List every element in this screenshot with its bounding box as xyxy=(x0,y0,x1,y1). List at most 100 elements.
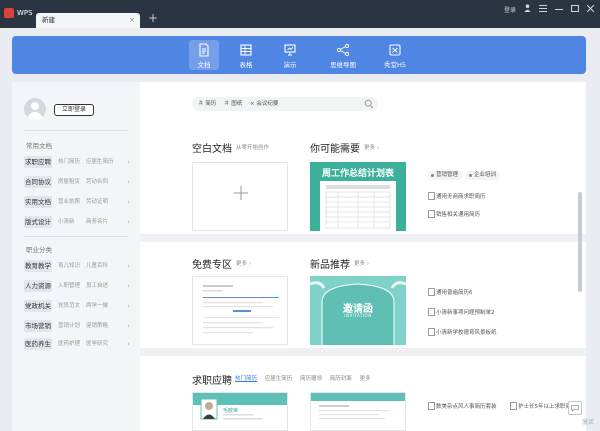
subcategory-link[interactable]: 应届生简历 xyxy=(86,156,114,168)
search-chip[interactable]: ＃ 图纸 xyxy=(224,100,242,109)
add-tab-button[interactable]: + xyxy=(146,11,160,25)
subcategory-link[interactable]: 医学研究 xyxy=(86,338,108,350)
scrollbar[interactable] xyxy=(578,192,582,292)
category-label: 教育教学 xyxy=(24,260,52,272)
window-controls: 登录 xyxy=(504,3,600,15)
chevron-right-icon: › xyxy=(127,340,130,348)
subcategory-link[interactable]: 两学一做 xyxy=(86,300,108,312)
chip-label: 会议纪要 xyxy=(256,101,279,107)
search-bar[interactable]: ＃ 简历 ＃ 图纸 × 会议纪要 xyxy=(192,97,378,111)
more-link[interactable]: 更多 › xyxy=(354,259,369,267)
subcategory-link[interactable]: 营业执照 xyxy=(58,196,80,208)
doc-type-label: 表格 xyxy=(239,61,253,69)
section-divider xyxy=(140,234,586,242)
section-heading: 职业分类 xyxy=(26,246,52,254)
subcategory-link[interactable]: 医药护理 xyxy=(58,338,80,350)
sidebar-item-marketing[interactable]: 市场营销 营销计划 促销策略 › xyxy=(24,320,130,332)
doc-type-presentation[interactable]: 演示 xyxy=(275,40,305,70)
resume-preview-graphic xyxy=(311,393,405,420)
blank-document-card[interactable] xyxy=(192,162,288,231)
doc-type-spreadsheet[interactable]: 表格 xyxy=(231,40,261,70)
tag[interactable]: 企业培训 xyxy=(466,171,501,180)
subcategory-link[interactable]: 营销计划 xyxy=(58,320,80,332)
sidebar-item-contract[interactable]: 合同协议 房屋租赁 劳动合同 › xyxy=(24,176,130,188)
subcategory-link[interactable]: 促销策略 xyxy=(86,320,108,332)
h5-icon xyxy=(389,44,401,56)
subcategory-link[interactable]: 小清新 xyxy=(58,216,75,228)
sidebar-item-education[interactable]: 教育教学 育儿知识 儿童百科 › xyxy=(24,260,130,272)
maximize-icon[interactable] xyxy=(571,4,579,14)
doc-type-label: 文档 xyxy=(197,61,211,69)
subcategory-link[interactable]: 员工自述 xyxy=(86,280,108,292)
subcategory-link[interactable]: 商务名片 xyxy=(86,216,108,228)
subcategory-link[interactable]: 入职管理 xyxy=(58,280,80,292)
sidebar-item-practical[interactable]: 实用文档 营业执照 劳动证明 › xyxy=(24,196,130,208)
feedback-icon[interactable] xyxy=(568,401,582,415)
chevron-right-icon: › xyxy=(127,198,130,206)
chevron-right-icon: › xyxy=(127,282,130,290)
sidebar-item-job[interactable]: 求职应聘 热门简历 应届生简历 › xyxy=(24,156,130,168)
sidebar-item-medical[interactable]: 医药养生 医药护理 医学研究 › xyxy=(24,338,130,350)
tab-label: 新建 xyxy=(42,16,55,24)
more-link[interactable]: 更多 › xyxy=(236,259,251,267)
doc-type-mindmap[interactable]: 思维导图 xyxy=(325,40,361,70)
search-chip[interactable]: ＃ 简历 xyxy=(198,100,216,109)
tab-hot-resume[interactable]: 热门简历 xyxy=(235,376,257,382)
subcategory-link[interactable]: 儿童百科 xyxy=(86,260,108,272)
section-divider xyxy=(140,348,586,356)
tab-graduate-resume[interactable]: 应届生简历 xyxy=(265,376,293,382)
list-item[interactable]: 护士长5年以上求职简历 xyxy=(510,402,577,410)
list-item[interactable]: 小清新学校德育风景板纸 xyxy=(428,328,497,336)
minimize-icon[interactable] xyxy=(555,5,563,14)
sidebar-item-layout[interactable]: 版式设计 小清新 商务名片 › xyxy=(24,216,130,228)
table-preview-graphic xyxy=(325,185,391,229)
app-logo[interactable]: WPS xyxy=(4,6,36,20)
subcategory-link[interactable]: 劳动证明 xyxy=(86,196,108,208)
document-icon xyxy=(199,43,209,57)
category-label: 人力资源 xyxy=(24,280,52,292)
section-title: 你可能需要 xyxy=(310,144,360,155)
user-icon[interactable] xyxy=(524,4,531,14)
subcategory-link[interactable]: 房屋租赁 xyxy=(58,176,80,188)
doc-type-h5[interactable]: 秀堂H5 xyxy=(378,40,412,70)
more-label: 更多 xyxy=(354,261,366,267)
template-card[interactable] xyxy=(310,392,406,431)
tag[interactable]: 营销管理 xyxy=(428,171,463,180)
template-card[interactable] xyxy=(192,276,288,345)
template-card[interactable]: 邀请函 INVITATION xyxy=(310,276,406,345)
subcategory-link[interactable]: 党员范文 xyxy=(58,300,80,312)
sidebar-item-hr[interactable]: 人力资源 入职管理 员工自述 › xyxy=(24,280,130,292)
tab-resume-cover[interactable]: 简历封面 xyxy=(330,376,352,382)
list-item[interactable]: 数美杂点风人事简历套装 xyxy=(428,402,497,410)
more-link[interactable]: 更多 › xyxy=(364,143,379,151)
tab-new[interactable]: 新建 × xyxy=(36,13,140,28)
divider xyxy=(24,130,128,131)
login-link[interactable]: 登录 xyxy=(504,5,516,14)
tab-resume-collect[interactable]: 简历赠领 xyxy=(300,376,322,382)
close-window-icon[interactable] xyxy=(586,4,595,14)
subcategory-link[interactable]: 育儿知识 xyxy=(58,260,80,272)
doc-type-writer[interactable]: 文档 xyxy=(189,40,219,70)
presentation-icon xyxy=(284,44,296,56)
template-card[interactable]: 周工作总结计划表 xyxy=(310,162,406,231)
avatar[interactable] xyxy=(24,98,46,120)
section-title: 免费专区 xyxy=(192,260,232,271)
list-item[interactable]: 小清新事项问题预制单2 xyxy=(428,308,495,316)
list-item[interactable]: 通用普遍简历6 xyxy=(428,288,473,296)
menu-icon[interactable] xyxy=(539,4,547,14)
list-item[interactable]: 销售相关通用简历 xyxy=(428,210,480,218)
login-button[interactable]: 立即登录 xyxy=(54,104,94,116)
subcategory-link[interactable]: 热门简历 xyxy=(58,156,80,168)
sidebar-item-party[interactable]: 党政机关 党员范文 两学一做 › xyxy=(24,300,130,312)
chevron-right-icon: › xyxy=(127,218,130,226)
template-card[interactable]: 毛欧荣 xyxy=(192,392,288,431)
subcategory-link[interactable]: 劳动合同 xyxy=(86,176,108,188)
doc-type-bar: 文档 表格 演示 思维导图 秀堂H5 xyxy=(12,36,586,74)
search-icon[interactable] xyxy=(364,99,374,109)
list-item[interactable]: 通用无商商求职简历 xyxy=(428,192,486,200)
section-title: 空白文档 xyxy=(192,144,232,155)
tab-more[interactable]: 更多 xyxy=(360,376,371,382)
close-icon[interactable]: × xyxy=(129,13,135,28)
resume-photo-graphic xyxy=(200,398,263,420)
search-chip[interactable]: × 会议纪要 xyxy=(250,100,278,109)
